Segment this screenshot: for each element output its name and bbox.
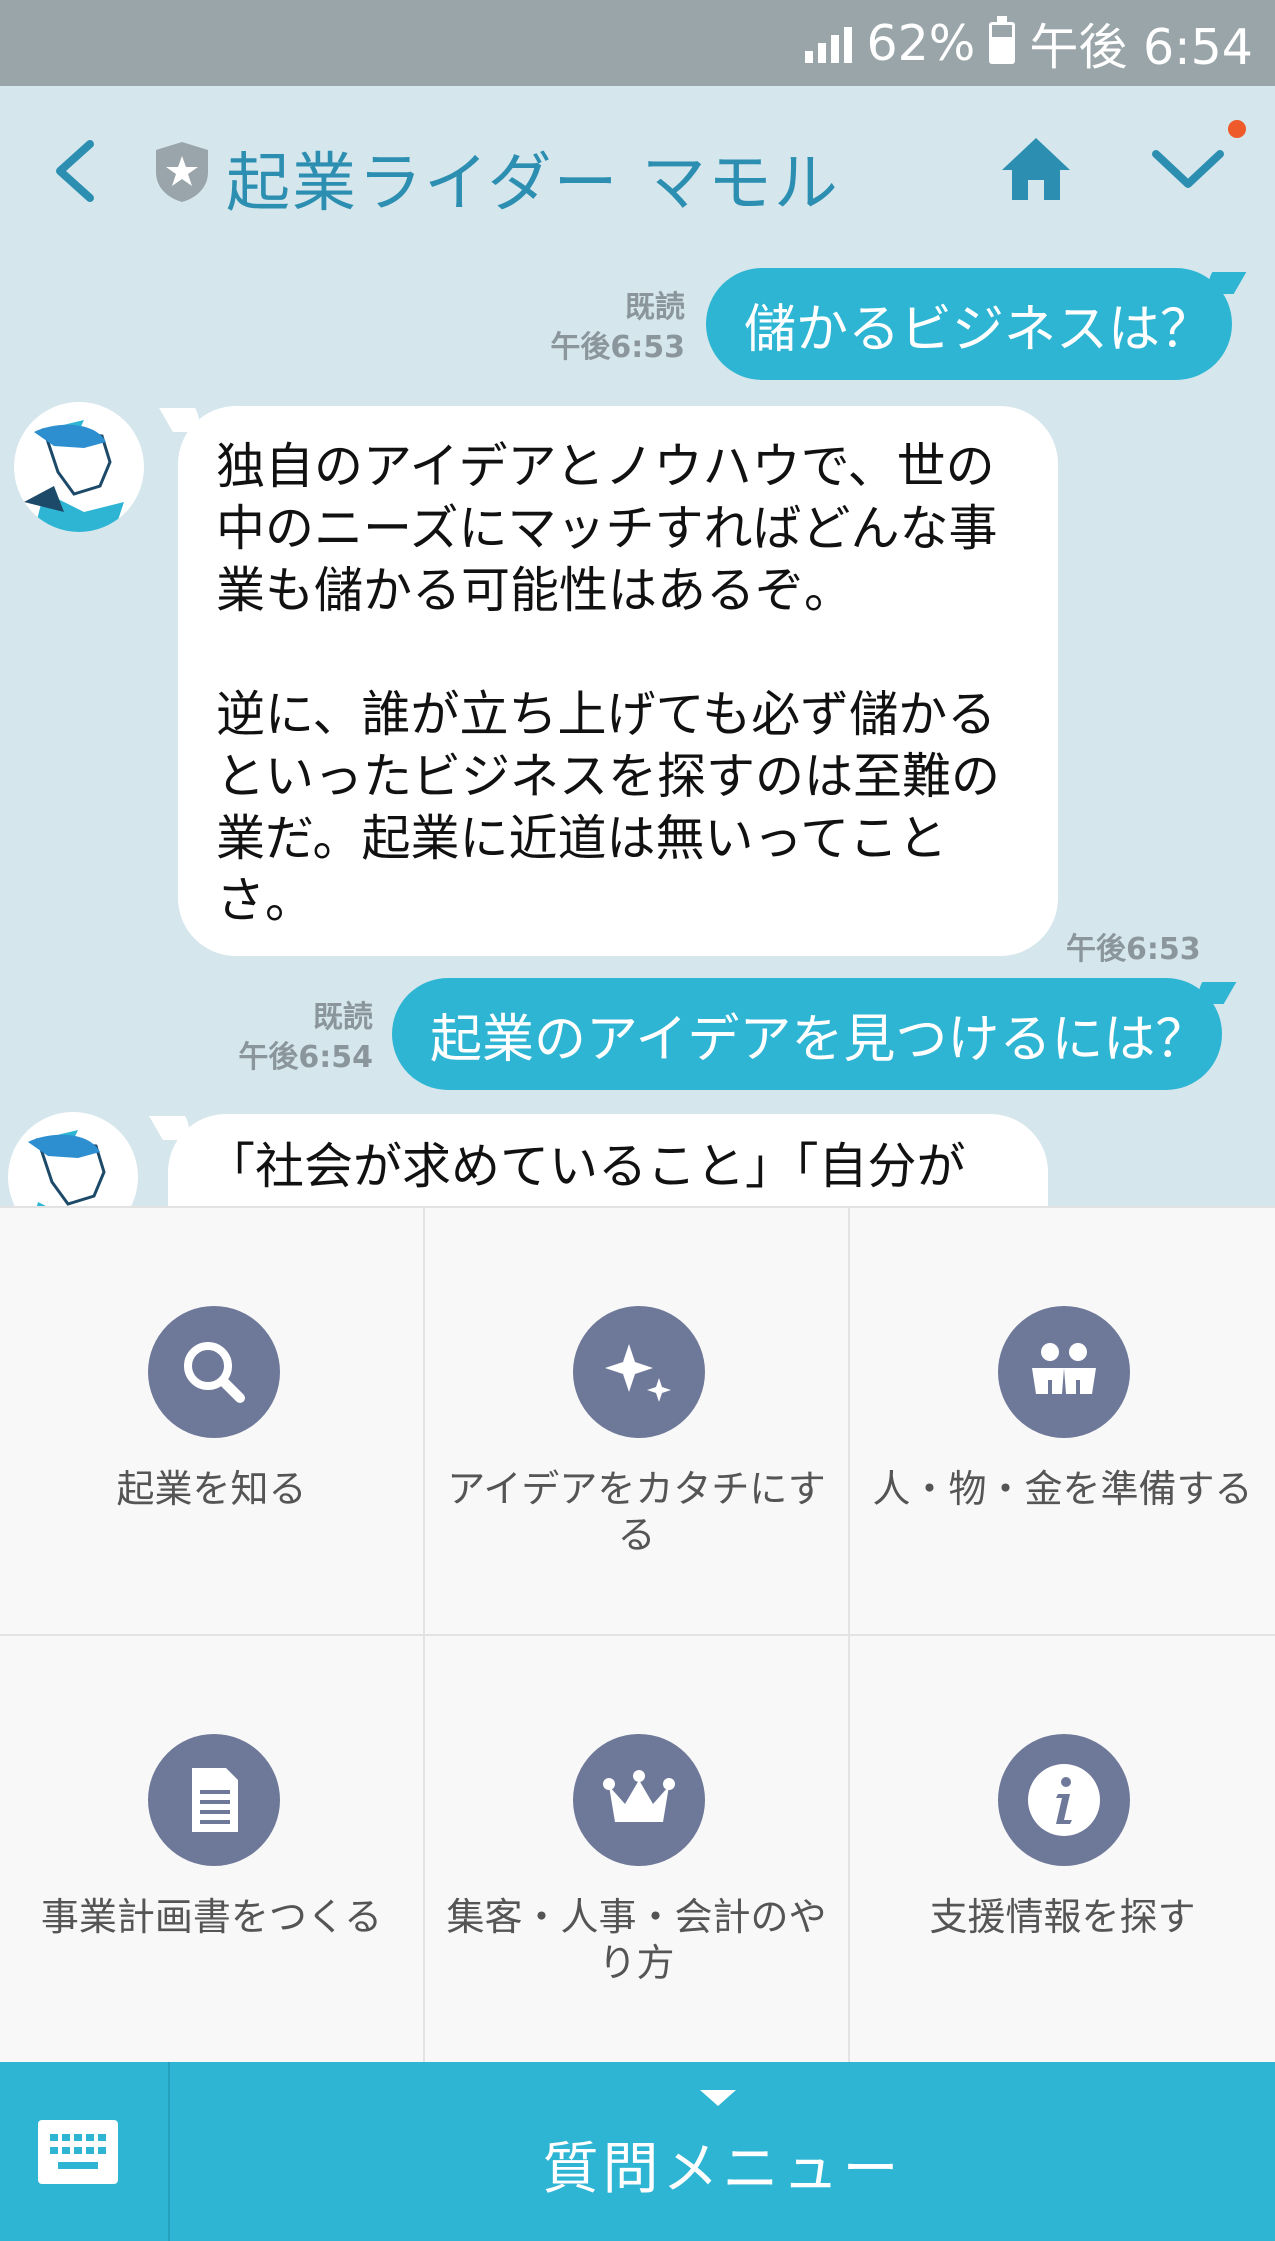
outgoing-message[interactable]: 儲かるビジネスは？ xyxy=(706,268,1232,380)
menu-item-idea[interactable]: アイデアをカタチにする xyxy=(425,1208,850,1636)
signal-icon xyxy=(805,23,853,63)
battery-percent: 62% xyxy=(866,14,976,72)
question-menu-toggle[interactable]: 質問メニュー xyxy=(170,2062,1275,2241)
message-meta: 既読 午後6:53 xyxy=(550,288,685,368)
sparkle-icon xyxy=(573,1306,705,1438)
message-time: 午後6:53 xyxy=(1066,932,1201,967)
battery-icon xyxy=(989,16,1016,64)
message-text: 独自のアイデアとノウハウで、世の 中のニーズにマッチすればどんな事 業も儲かる可… xyxy=(216,438,1001,929)
status-bar: 62% 午後 6:54 xyxy=(0,0,1275,86)
status-time: 午後 6:54 xyxy=(1029,18,1253,76)
bot-avatar[interactable] xyxy=(8,1112,138,1206)
menu-item-operations[interactable]: 集客・人事・会計のやり方 xyxy=(425,1636,850,2064)
message-meta: 既読 午後6:54 xyxy=(238,998,373,1078)
rich-menu: 起業を知る アイデアをカタチにする 人・物・金を準備する 事業計画書をつくる 集… xyxy=(0,1206,1275,2064)
chevron-down-icon[interactable] xyxy=(1150,144,1226,194)
menu-item-learn[interactable]: 起業を知る xyxy=(0,1208,425,1636)
menu-item-label: 事業計画書をつくる xyxy=(40,1895,383,1939)
collapse-triangle-icon xyxy=(700,2090,736,2106)
search-icon xyxy=(148,1306,280,1438)
read-receipt: 既読 xyxy=(625,290,685,325)
official-shield-icon xyxy=(156,142,208,202)
menu-item-label: 起業を知る xyxy=(116,1467,307,1511)
chat-header: 起業ライダー マモル xyxy=(0,86,1275,254)
bottom-bar: 質問メニュー xyxy=(0,2062,1275,2241)
menu-item-business-plan[interactable]: 事業計画書をつくる xyxy=(0,1636,425,2064)
notification-dot xyxy=(1228,120,1246,138)
question-menu-label: 質問メニュー xyxy=(542,2137,903,2202)
incoming-message[interactable]: 「社会が求めていること」「自分が xyxy=(168,1114,1048,1206)
menu-item-support-info[interactable]: 支援情報を探す xyxy=(850,1636,1275,2064)
back-arrow-icon[interactable] xyxy=(48,136,108,206)
menu-item-prepare[interactable]: 人・物・金を準備する xyxy=(850,1208,1275,1636)
info-icon xyxy=(998,1734,1130,1866)
rider-avatar-icon xyxy=(28,1130,106,1206)
chat-area[interactable]: 既読 午後6:53 儲かるビジネスは？ 独自のアイデアとノウハウで、世の 中のニ… xyxy=(0,254,1275,1206)
message-text: 「社会が求めていること」「自分が xyxy=(206,1138,966,1195)
message-text: 起業のアイデアを見つけるには？ xyxy=(430,1009,1208,1070)
message-text: 儲かるビジネスは？ xyxy=(744,299,1213,360)
read-receipt: 既読 xyxy=(313,1000,373,1035)
bot-avatar[interactable] xyxy=(14,402,144,532)
menu-item-label: 支援情報を探す xyxy=(929,1895,1196,1939)
message-time: 午後6:53 xyxy=(550,330,685,365)
crown-icon xyxy=(573,1734,705,1866)
rider-avatar-icon xyxy=(24,420,124,532)
keyboard-icon xyxy=(38,2120,118,2184)
home-icon[interactable] xyxy=(1000,136,1072,202)
outgoing-message[interactable]: 起業のアイデアを見つけるには？ xyxy=(392,978,1222,1090)
menu-item-label: 集客・人事・会計のやり方 xyxy=(446,1895,827,1985)
chat-title: 起業ライダー マモル xyxy=(226,147,840,221)
menu-item-label: 人・物・金を準備する xyxy=(872,1467,1253,1511)
incoming-message[interactable]: 独自のアイデアとノウハウで、世の 中のニーズにマッチすればどんな事 業も儲かる可… xyxy=(178,406,1058,956)
menu-item-label: アイデアをカタチにする xyxy=(447,1467,826,1557)
keyboard-toggle-button[interactable] xyxy=(0,2062,170,2241)
message-time: 午後6:54 xyxy=(238,1040,373,1075)
people-icon xyxy=(998,1306,1130,1438)
document-icon xyxy=(148,1734,280,1866)
status-indicators: 62% 午後 6:54 xyxy=(805,10,1253,76)
